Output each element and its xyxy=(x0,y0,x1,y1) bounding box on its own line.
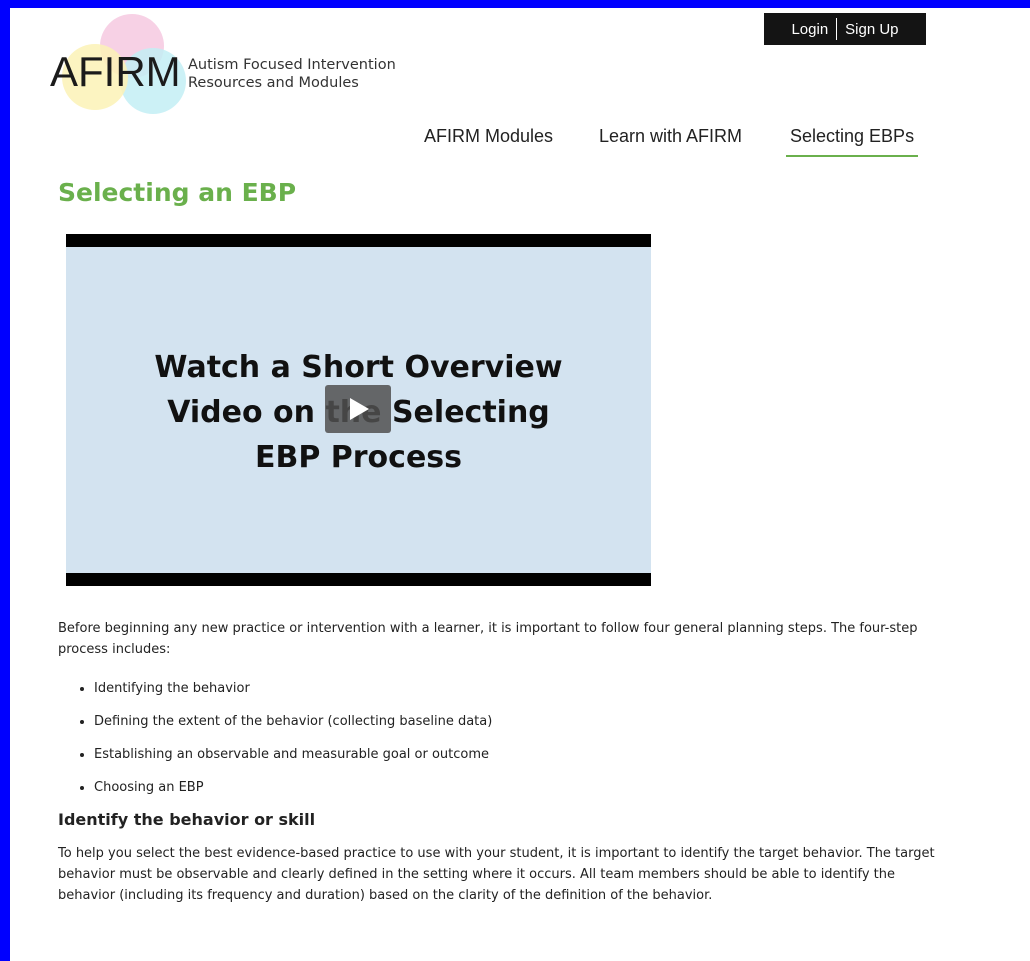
main-content: Before beginning any new practice or int… xyxy=(58,618,938,906)
afirm-logo[interactable]: AFIRM Autism Focused Intervention Resour… xyxy=(50,14,450,114)
intro-paragraph: Before beginning any new practice or int… xyxy=(58,621,918,657)
list-item: Establishing an observable and measurabl… xyxy=(94,738,938,771)
logo-tagline: Autism Focused Intervention Resources an… xyxy=(188,57,396,91)
list-item: Choosing an EBP xyxy=(94,771,938,804)
play-icon[interactable] xyxy=(325,385,391,433)
list-item: Defining the extent of the behavior (col… xyxy=(94,705,938,738)
main-nav: AFIRM Modules Learn with AFIRM Selecting… xyxy=(10,126,1030,162)
nav-learn-with-afirm[interactable]: Learn with AFIRM xyxy=(599,126,742,155)
list-item: Identifying the behavior xyxy=(94,672,938,705)
auth-bar: Login Sign Up xyxy=(764,13,926,45)
page: AFIRM Autism Focused Intervention Resour… xyxy=(10,8,1030,961)
section-heading: Identify the behavior or skill xyxy=(58,810,316,829)
login-button[interactable]: Login xyxy=(783,21,836,38)
nav-afirm-modules[interactable]: AFIRM Modules xyxy=(424,126,553,155)
section-paragraph: To help you select the best evidence-bas… xyxy=(58,846,935,903)
steps-list: Identifying the behavior Defining the ex… xyxy=(58,672,938,804)
video-player[interactable]: Watch a Short Overview Video on the Sele… xyxy=(66,234,651,586)
nav-selecting-ebps[interactable]: Selecting EBPs xyxy=(786,126,919,157)
page-title: Selecting an EBP xyxy=(58,178,297,207)
logo-wordmark: AFIRM xyxy=(50,48,181,95)
signup-button[interactable]: Sign Up xyxy=(837,21,906,38)
